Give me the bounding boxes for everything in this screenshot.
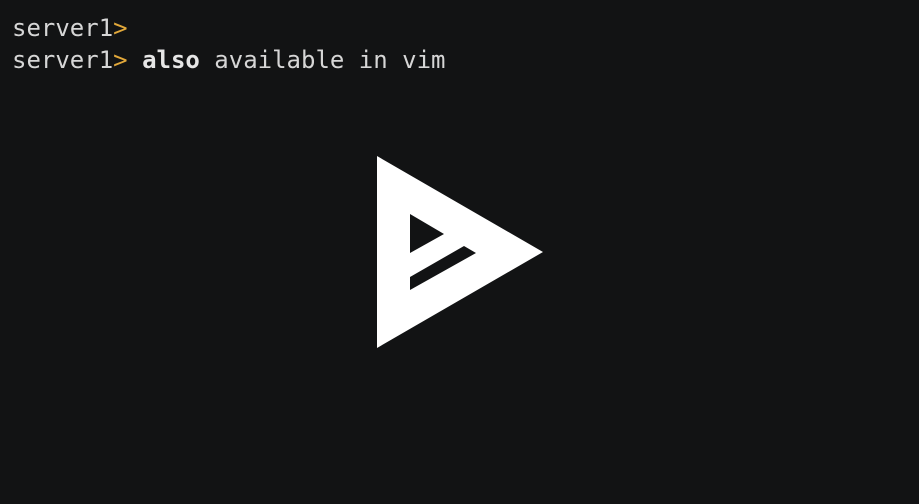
command-text: available in vim [199, 46, 446, 74]
prompt-symbol: > [113, 46, 128, 74]
terminal-line-1: server1> [12, 12, 446, 44]
terminal-output: server1> server1> also available in vim [12, 12, 446, 76]
prompt-symbol: > [113, 14, 128, 42]
asciinema-play-icon [377, 156, 543, 348]
command-keyword: also [142, 46, 200, 74]
prompt-host: server1 [12, 14, 114, 42]
terminal-player[interactable]: server1> server1> also available in vim [0, 0, 919, 504]
prompt-host: server1 [12, 46, 114, 74]
play-button[interactable] [372, 152, 548, 352]
terminal-line-2: server1> also available in vim [12, 44, 446, 76]
